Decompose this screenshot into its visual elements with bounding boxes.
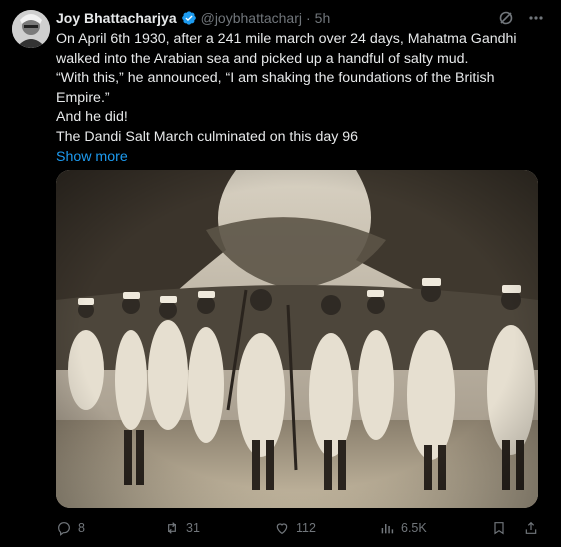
author-handle[interactable]: @joybhattacharj	[201, 10, 302, 26]
views-button[interactable]: 6.5K	[379, 519, 491, 537]
show-more-link[interactable]: Show more	[56, 149, 128, 165]
reply-icon	[58, 522, 70, 536]
separator: ·	[306, 10, 311, 26]
tweet-top-icons	[497, 9, 545, 27]
share-button[interactable]	[523, 519, 543, 537]
heart-icon	[276, 523, 288, 535]
avatar[interactable]	[12, 10, 50, 48]
verified-badge-icon	[181, 10, 197, 26]
tweet-paragraph: “With this,” he announced, “I am shaking…	[56, 70, 495, 106]
tweet: Joy Bhattacharjya @joybhattacharj · 5h O…	[0, 0, 561, 547]
salt-march-photo	[56, 170, 538, 508]
tweet-text: On April 6th 1930, after a 241 mile marc…	[56, 30, 536, 167]
like-button[interactable]: 112	[274, 519, 379, 537]
tweet-paragraph: On April 6th 1930, after a 241 mile marc…	[56, 31, 517, 67]
tweet-paragraph: The Dandi Salt March culminated on this …	[56, 128, 359, 145]
timestamp[interactable]: 5h	[315, 10, 331, 26]
views-count: 6.5K	[401, 521, 427, 535]
tweet-paragraph: And he did!	[56, 109, 128, 126]
author-name[interactable]: Joy Bhattacharjya	[56, 10, 177, 26]
action-bar: 8 31 112 6.5K	[56, 519, 546, 537]
repost-count: 31	[186, 521, 200, 535]
share-icon	[525, 521, 537, 534]
grok-icon[interactable]	[497, 9, 515, 27]
views-icon	[381, 524, 394, 534]
repost-icon	[168, 522, 176, 534]
reply-button[interactable]: 8	[56, 519, 164, 537]
bookmark-icon	[494, 522, 504, 535]
like-count: 112	[296, 521, 316, 535]
tweet-photo[interactable]	[56, 170, 538, 508]
tweet-header: Joy Bhattacharjya @joybhattacharj · 5h	[56, 9, 330, 27]
bookmark-button[interactable]	[491, 519, 523, 537]
more-icon[interactable]	[527, 9, 545, 27]
avatar-image	[12, 10, 50, 48]
repost-button[interactable]: 31	[164, 519, 274, 537]
reply-count: 8	[78, 521, 85, 535]
